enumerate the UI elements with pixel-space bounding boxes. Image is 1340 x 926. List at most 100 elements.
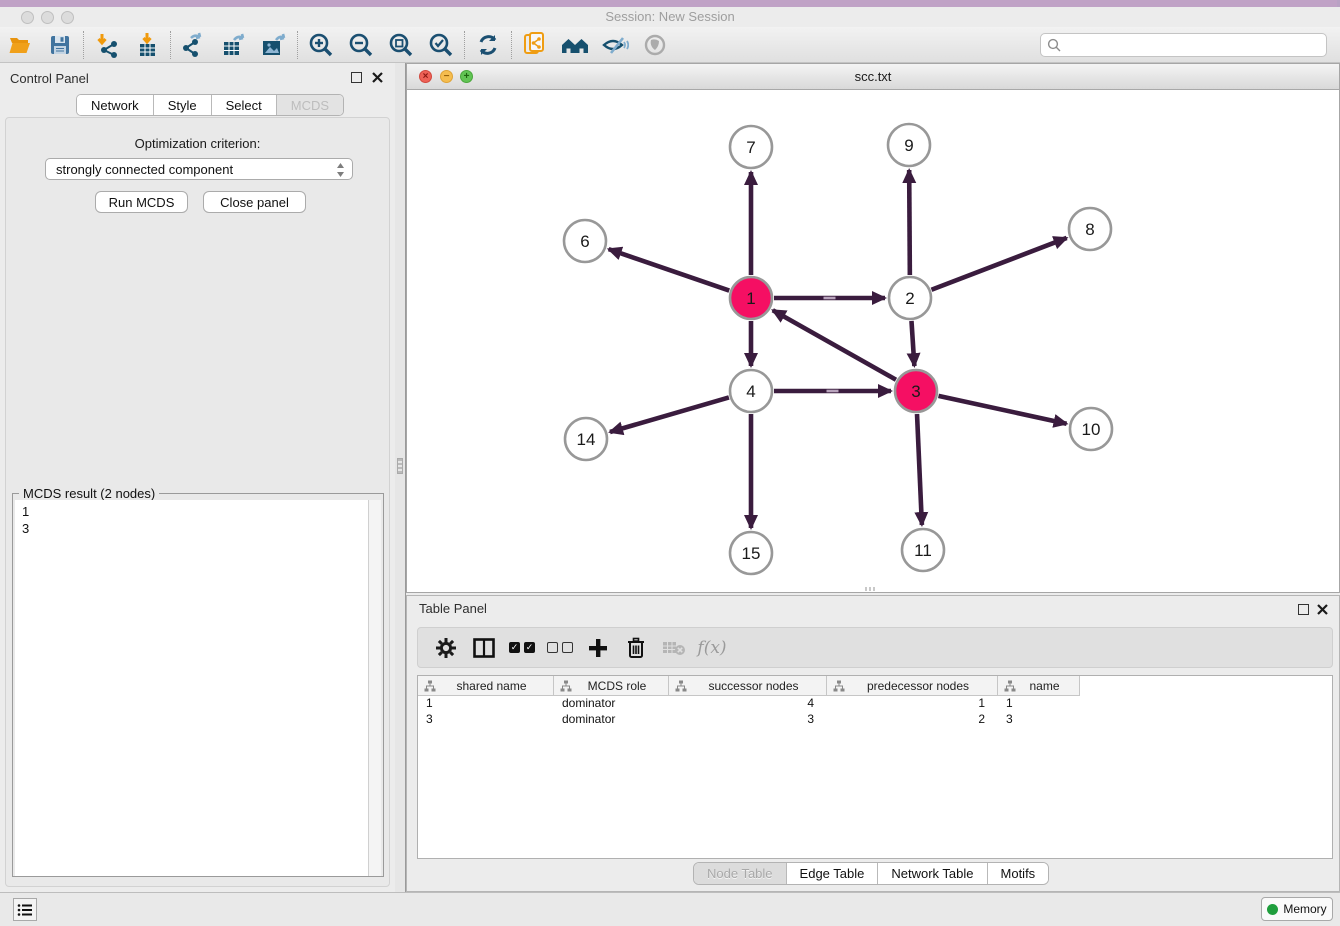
column-label: predecessor nodes [849,679,997,693]
table-cell: 1 [418,696,554,712]
home-networks-icon[interactable] [555,29,595,61]
search-input[interactable] [1062,35,1326,55]
network-maximize-button[interactable]: + [460,70,473,83]
import-table-glyph [134,32,160,58]
clone-network-icon[interactable] [515,29,555,61]
edge-3-1[interactable] [773,310,896,379]
node-label-14: 14 [577,430,596,449]
function-builder-icon-disabled: f(x) [693,633,731,663]
table-panel: Table Panel ✓✓ [406,595,1340,892]
network-graph-canvas[interactable]: 7968124314101511 [407,90,1339,592]
column-header-shared-name[interactable]: shared name [418,676,554,696]
task-history-button[interactable] [13,898,37,921]
export-network-icon[interactable] [174,29,214,61]
column-view-icon[interactable] [465,633,503,663]
tree-icon [560,680,572,692]
tab-network[interactable]: Network [77,95,154,115]
tab-network-table[interactable]: Network Table [878,863,987,884]
save-session-icon[interactable] [40,29,80,61]
open-session-icon[interactable] [0,29,40,61]
export-image-glyph [260,32,288,58]
column-label: successor nodes [691,679,826,693]
trash-icon [626,637,646,659]
memory-button[interactable]: Memory [1261,897,1333,921]
edge-4-14[interactable] [610,397,729,432]
tab-motifs[interactable]: Motifs [988,863,1049,884]
optimization-criterion-label: Optimization criterion: [0,136,395,151]
close-panel-button[interactable]: Close panel [203,191,306,213]
node-table[interactable]: shared nameMCDS role successor nodes prede… [417,675,1333,859]
window-title: Session: New Session [0,7,1340,27]
table-cell: 3 [998,712,1080,728]
tab-edge-table[interactable]: Edge Table [787,863,879,884]
float-table-panel-icon[interactable] [1298,604,1309,615]
show-hide-details-icon[interactable] [595,29,635,61]
network-minimize-button[interactable]: − [440,70,453,83]
toolbar-separator [297,31,298,59]
optimization-criterion-select[interactable]: strongly connected component [45,158,353,180]
network-close-button[interactable]: × [419,70,432,83]
zoom-selected-icon[interactable] [421,29,461,61]
zoom-in-icon[interactable] [301,29,341,61]
float-panel-icon[interactable] [351,72,362,83]
import-network-glyph [94,32,120,58]
column-header-predecessor-nodes[interactable]: predecessor nodes [827,676,998,696]
fx-glyph: f(x) [697,638,726,658]
edge-label-mark [827,390,839,393]
zoom-fit-icon[interactable] [381,29,421,61]
delete-column-icon[interactable] [617,633,655,663]
tree-icon [833,680,845,692]
edge-2-3[interactable] [911,321,914,366]
zoom-window-button[interactable] [61,11,74,24]
close-table-panel-icon[interactable] [1317,604,1328,615]
column-header-name[interactable]: name [998,676,1080,696]
tab-mcds[interactable]: MCDS [277,95,343,115]
zoom-out-icon[interactable] [341,29,381,61]
export-image-icon[interactable] [254,29,294,61]
add-column-icon[interactable] [579,633,617,663]
close-panel-icon[interactable] [372,72,383,83]
hide-all-columns-icon[interactable] [541,633,579,663]
mcds-result-list[interactable]: 1 3 [15,500,370,876]
gear-icon [435,637,457,659]
node-label-9: 9 [904,136,913,155]
plus-glyph [588,638,608,658]
result-scrollbar[interactable] [368,500,381,876]
column-label: shared name [440,679,553,693]
table-cell: dominator [554,712,669,728]
edge-2-8[interactable] [931,238,1066,290]
canvas-grip[interactable] [865,587,877,591]
divider-grip[interactable] [397,458,403,474]
refresh-layout-icon[interactable] [468,29,508,61]
tab-select[interactable]: Select [212,95,277,115]
import-table-icon[interactable] [127,29,167,61]
export-table-icon[interactable] [214,29,254,61]
node-label-11: 11 [914,541,932,560]
table-header-row: shared nameMCDS role successor nodes prede… [418,676,1332,696]
panel-divider[interactable] [395,63,406,892]
main-toolbar [0,27,1340,63]
document-share-glyph [521,31,549,59]
import-network-icon[interactable] [87,29,127,61]
show-all-columns-icon[interactable]: ✓✓ [503,633,541,663]
network-window-titlebar[interactable]: × − + scc.txt [407,64,1339,90]
run-mcds-button[interactable]: Run MCDS [95,191,188,213]
close-window-button[interactable] [21,11,34,24]
edge-2-9[interactable] [909,170,910,275]
table-settings-icon[interactable] [427,633,465,663]
tree-icon [675,680,687,692]
edge-3-10[interactable] [938,396,1066,424]
minimize-window-button[interactable] [41,11,54,24]
table-cell: 3 [418,712,554,728]
edge-3-11[interactable] [917,414,922,525]
magnifier-check-glyph [428,32,454,58]
column-header-MCDS-role[interactable]: MCDS role [554,676,669,696]
table-row[interactable]: 1dominator411 [418,696,1332,712]
table-row[interactable]: 3dominator323 [418,712,1332,728]
window-titlebar: Session: New Session [0,7,1340,27]
search-field[interactable] [1040,33,1327,57]
column-header-successor-nodes[interactable]: successor nodes [669,676,827,696]
edge-1-6[interactable] [609,249,730,290]
tab-node-table[interactable]: Node Table [694,863,787,884]
tab-style[interactable]: Style [154,95,212,115]
